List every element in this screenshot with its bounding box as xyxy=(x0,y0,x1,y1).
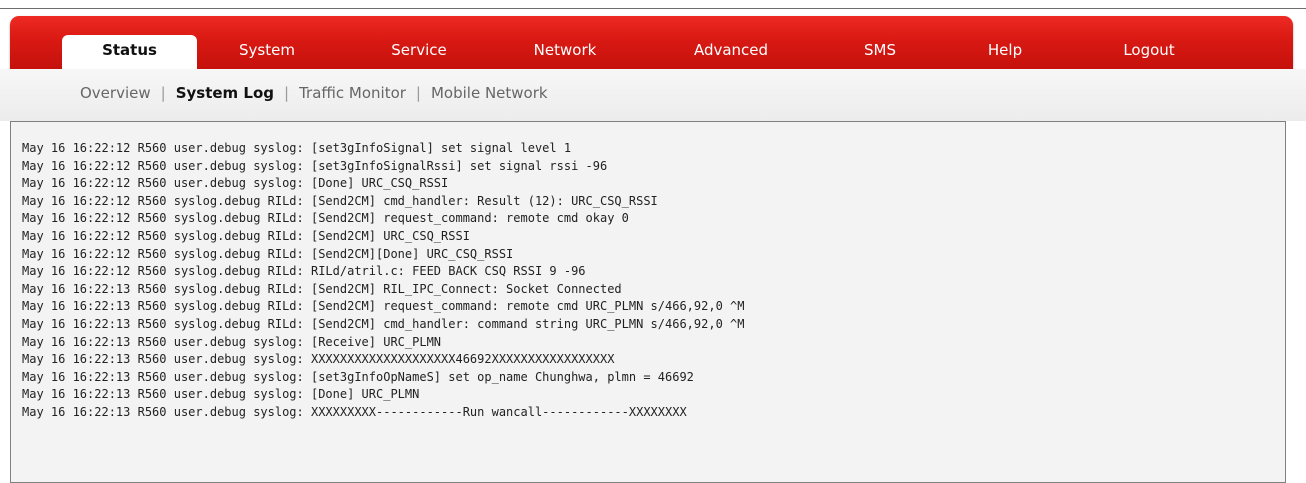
sub-nav-bar: Overview | System Log | Traffic Monitor | Mobi… xyxy=(0,69,1306,121)
nav-tab-sms[interactable]: SMS xyxy=(840,35,920,70)
log-line: May 16 16:22:13 R560 syslog.debug RILd: … xyxy=(22,299,745,314)
log-line: May 16 16:22:13 R560 user.debug syslog: … xyxy=(22,352,615,367)
log-line: May 16 16:22:13 R560 user.debug syslog: … xyxy=(22,369,694,384)
subnav-traffic-monitor[interactable]: Traffic Monitor xyxy=(299,84,406,102)
subnav-separator: | xyxy=(415,84,421,102)
nav-tab-help[interactable]: Help xyxy=(965,35,1045,70)
subnav-mobile-network[interactable]: Mobile Network xyxy=(431,84,548,102)
log-line: May 16 16:22:13 R560 user.debug syslog: … xyxy=(22,404,687,419)
subnav-separator: | xyxy=(284,84,290,102)
log-line: May 16 16:22:12 R560 syslog.debug RILd: … xyxy=(22,228,470,243)
log-line: May 16 16:22:12 R560 user.debug syslog: … xyxy=(22,176,449,191)
log-line: May 16 16:22:12 R560 user.debug syslog: … xyxy=(22,141,572,155)
nav-tab-network[interactable]: Network xyxy=(510,35,620,70)
nav-tab-logout[interactable]: Logout xyxy=(1099,35,1199,70)
nav-tab-advanced[interactable]: Advanced xyxy=(671,35,791,70)
log-line: May 16 16:22:13 R560 user.debug syslog: … xyxy=(22,387,420,402)
system-log-textarea[interactable]: May 16 16:22:12 R560 user.debug syslog: … xyxy=(10,121,1286,483)
log-line: May 16 16:22:12 R560 syslog.debug RILd: … xyxy=(22,211,629,226)
nav-tab-system[interactable]: System xyxy=(217,35,317,70)
log-line: May 16 16:22:12 R560 syslog.debug RILd: … xyxy=(22,264,586,279)
log-line: May 16 16:22:13 R560 syslog.debug RILd: … xyxy=(22,281,622,296)
top-divider xyxy=(0,8,1306,9)
main-nav-bar: Status System Service Network Advanced S… xyxy=(10,16,1293,70)
log-line: May 16 16:22:12 R560 syslog.debug RILd: … xyxy=(22,246,514,261)
log-line: May 16 16:22:12 R560 syslog.debug RILd: … xyxy=(22,193,658,208)
subnav-system-log[interactable]: System Log xyxy=(176,84,274,102)
log-line: May 16 16:22:13 R560 syslog.debug RILd: … xyxy=(22,316,745,331)
nav-tab-service[interactable]: Service xyxy=(369,35,469,70)
log-line: May 16 16:22:13 R560 user.debug syslog: … xyxy=(22,334,442,349)
nav-tab-status[interactable]: Status xyxy=(62,35,197,70)
subnav-overview[interactable]: Overview xyxy=(80,84,151,102)
log-line: May 16 16:22:12 R560 user.debug syslog: … xyxy=(22,158,608,173)
subnav-separator: | xyxy=(160,84,166,102)
